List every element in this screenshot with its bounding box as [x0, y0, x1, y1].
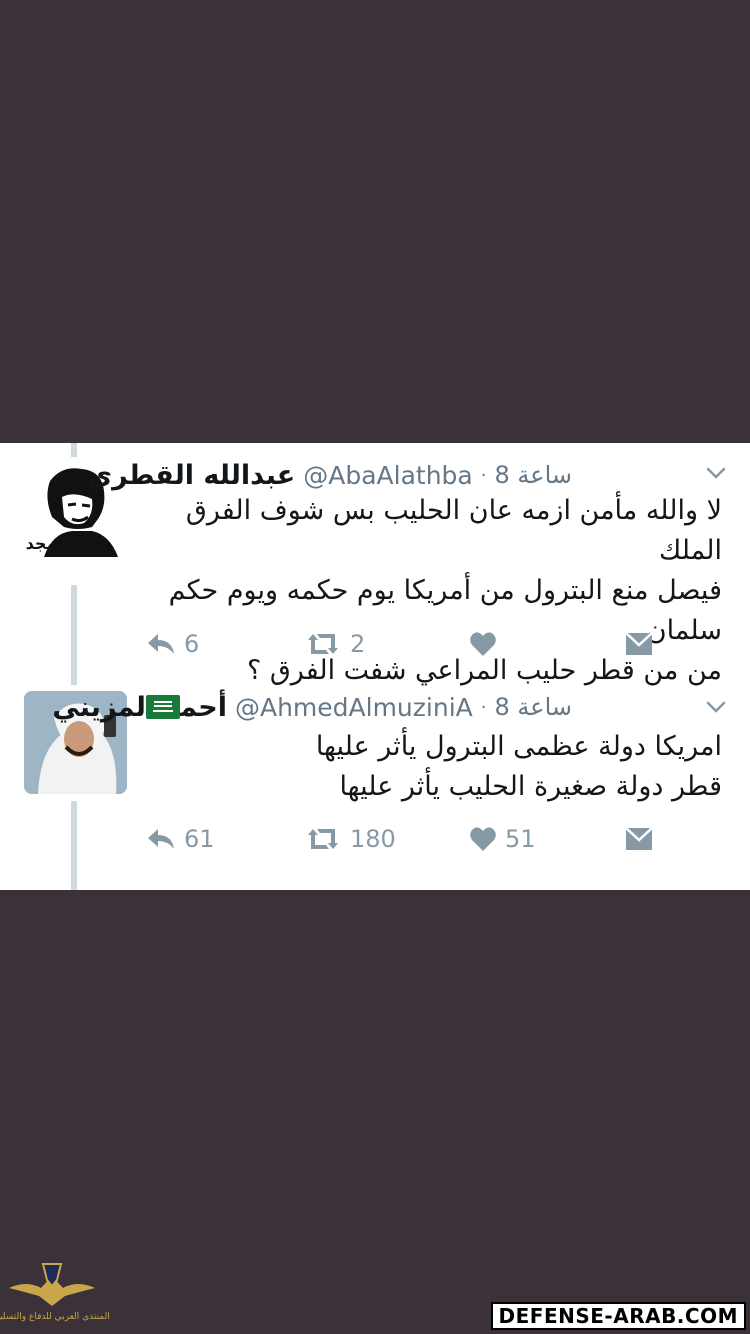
reply-icon — [148, 829, 174, 849]
retweet-count: 180 — [350, 825, 396, 853]
site-watermark: DEFENSE-ARAB.COM — [490, 1302, 746, 1330]
chevron-down-icon[interactable] — [704, 461, 728, 485]
eagle-emblem-icon — [9, 1263, 95, 1306]
message-icon — [625, 632, 653, 655]
avatar-caption: تميم المجد — [26, 534, 110, 553]
tweet-header: عبدالله القطري @AbaAlathba · 8 ساعة — [87, 455, 572, 495]
tweet-time: 8 ساعة — [494, 461, 572, 489]
chevron-down-icon[interactable] — [704, 695, 728, 719]
tweet-card: تميم المجد عبدالله القطري @AbaAlathba · … — [0, 443, 750, 890]
reply-button[interactable]: 6 — [146, 624, 199, 664]
retweet-button[interactable]: 2 — [304, 624, 365, 664]
user-name[interactable]: أحمد المزيني — [52, 692, 227, 723]
tweet-actions: 6 2 — [0, 624, 750, 664]
separator-dot: · — [480, 696, 487, 718]
message-icon — [625, 827, 653, 850]
tweet-header: أحمد المزيني @AhmedAlmuziniA · 8 ساعة — [52, 687, 572, 727]
message-button[interactable] — [624, 624, 654, 664]
user-name[interactable]: عبدالله القطري — [87, 460, 295, 491]
user-handle[interactable]: @AbaAlathba — [303, 461, 473, 490]
reply-button[interactable]: 61 — [146, 819, 215, 859]
user-handle[interactable]: @AhmedAlmuziniA — [235, 693, 473, 722]
reply-count: 6 — [184, 630, 200, 658]
like-button[interactable] — [469, 624, 505, 664]
tweet-actions: 61 180 51 — [0, 819, 750, 859]
separator-dot: · — [480, 464, 487, 486]
like-icon — [470, 827, 496, 851]
reply-count: 61 — [184, 825, 215, 853]
saudi-flag-icon — [146, 695, 180, 719]
tweet-text: امريكا دولة عظمى البترول يأثر عليها قطر … — [315, 731, 722, 802]
retweet-icon — [308, 829, 338, 849]
like-count: 51 — [505, 825, 536, 853]
retweet-icon — [308, 634, 338, 654]
tweet-time: 8 ساعة — [494, 693, 572, 721]
message-button[interactable] — [624, 819, 654, 859]
like-button[interactable]: 51 — [469, 819, 536, 859]
like-icon — [470, 632, 496, 656]
reply-icon — [148, 634, 174, 654]
retweet-count: 2 — [350, 630, 366, 658]
forum-logo: المنتدى العربي للدفاع والتسليح — [0, 1258, 110, 1330]
retweet-button[interactable]: 180 — [304, 819, 396, 859]
forum-name: المنتدى العربي للدفاع والتسليح — [0, 1312, 110, 1322]
